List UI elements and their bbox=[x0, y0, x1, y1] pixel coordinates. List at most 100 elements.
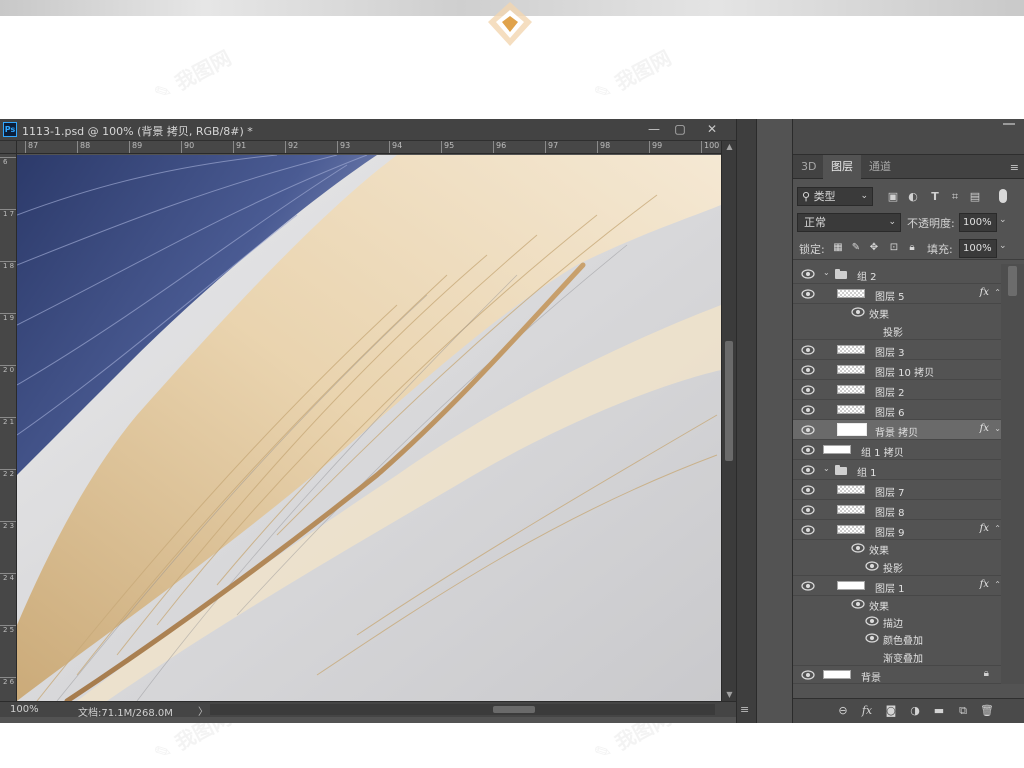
eye-icon[interactable] bbox=[801, 345, 815, 355]
new-group-icon[interactable]: ▬ bbox=[931, 703, 947, 719]
chevron-up-icon[interactable]: ⌃ bbox=[994, 288, 1001, 297]
chevron-down-icon[interactable]: ⌄ bbox=[823, 268, 830, 277]
eye-icon[interactable] bbox=[801, 485, 815, 495]
collapse-panel-icon[interactable] bbox=[1003, 123, 1015, 129]
zoom-level[interactable]: 100% bbox=[10, 704, 39, 715]
eye-icon[interactable] bbox=[801, 289, 815, 299]
lock-transparent-pixels-icon[interactable]: ▦ bbox=[831, 241, 845, 255]
layer-row[interactable]: 图层 8 bbox=[793, 500, 1001, 520]
eye-icon[interactable] bbox=[801, 670, 815, 680]
eye-icon[interactable] bbox=[801, 581, 815, 591]
chevron-down-icon[interactable]: ⌄ bbox=[994, 424, 1001, 433]
eye-icon[interactable] bbox=[801, 365, 815, 375]
tab-layers[interactable]: 图层 bbox=[823, 155, 861, 179]
lock-icon[interactable]: 🔒︎ bbox=[984, 668, 989, 679]
background-layer-row[interactable]: 背景 🔒︎ bbox=[793, 666, 1001, 684]
canvas-horizontal-scrollbar[interactable] bbox=[210, 704, 715, 715]
eye-icon[interactable] bbox=[865, 633, 879, 643]
fx-icon[interactable]: fx bbox=[859, 703, 875, 719]
effect-row[interactable]: 投影 bbox=[793, 557, 1001, 576]
effects-row[interactable]: 效果 bbox=[793, 304, 1001, 321]
fill-input[interactable]: 100% bbox=[959, 239, 997, 258]
effects-row[interactable]: 效果 bbox=[793, 540, 1001, 557]
eye-icon[interactable] bbox=[865, 561, 879, 571]
layers-scroll-thumb[interactable] bbox=[1008, 266, 1017, 296]
fx-badge[interactable]: fx bbox=[980, 523, 989, 534]
layer-row[interactable]: 图层 3 bbox=[793, 340, 1001, 360]
image-filter-icon[interactable]: ▣ bbox=[885, 189, 901, 205]
scroll-down-icon[interactable]: ▼ bbox=[722, 689, 737, 701]
panel-menu-icon[interactable]: ≡ bbox=[1010, 161, 1019, 174]
layer-row[interactable]: 图层 10 拷贝 bbox=[793, 360, 1001, 380]
restore-button[interactable]: ▢ bbox=[668, 121, 692, 137]
delete-icon[interactable]: 🗑︎ bbox=[979, 703, 995, 719]
eye-icon[interactable] bbox=[801, 405, 815, 415]
eye-icon[interactable] bbox=[851, 599, 865, 609]
eye-icon[interactable] bbox=[851, 543, 865, 553]
eye-icon[interactable] bbox=[865, 616, 879, 626]
layers-scrollbar[interactable] bbox=[1001, 264, 1024, 684]
layer-group-row[interactable]: ⌄ 组 2 bbox=[793, 264, 1001, 284]
vertical-scroll-thumb[interactable] bbox=[725, 341, 733, 461]
status-menu-arrow-icon[interactable]: 〉 bbox=[198, 703, 208, 718]
ruler-top[interactable]: 87 88 89 90 91 92 93 94 95 96 97 98 99 1… bbox=[17, 141, 721, 154]
shape-filter-icon[interactable]: ⌗ bbox=[947, 189, 963, 205]
canvas-vertical-scrollbar[interactable]: ▲ ▼ bbox=[721, 141, 736, 701]
layer-row-selected[interactable]: 背景 拷贝 fx ⌄ bbox=[793, 420, 1001, 440]
scroll-up-icon[interactable]: ▲ bbox=[722, 141, 737, 153]
chevron-down-icon[interactable]: ⌄ bbox=[823, 464, 830, 473]
tab-3d[interactable]: 3D bbox=[793, 155, 824, 179]
fx-badge[interactable]: fx bbox=[980, 287, 989, 298]
smart-object-filter-icon[interactable]: ▤ bbox=[967, 189, 983, 205]
filter-toggle-switch[interactable] bbox=[999, 189, 1007, 203]
eye-icon[interactable] bbox=[801, 269, 815, 279]
chevron-up-icon[interactable]: ⌃ bbox=[994, 524, 1001, 533]
adjustment-icon[interactable]: ◑ bbox=[907, 703, 923, 719]
eye-icon[interactable] bbox=[801, 385, 815, 395]
filter-type-select[interactable]: ⚲ 类型 ⌄ bbox=[797, 187, 873, 206]
panel-collapse-menu-icon[interactable]: ≡ bbox=[740, 703, 749, 716]
eye-icon[interactable] bbox=[801, 525, 815, 535]
layer-row[interactable]: 图层 7 bbox=[793, 480, 1001, 500]
fx-badge[interactable]: fx bbox=[980, 579, 989, 590]
tab-channels[interactable]: 通道 bbox=[861, 155, 899, 179]
layer-row[interactable]: 图层 9 fx ⌃ bbox=[793, 520, 1001, 540]
lock-image-pixels-icon[interactable]: ✎ bbox=[849, 241, 863, 255]
ruler-left[interactable]: 6 1 7 1 8 1 9 2 0 2 1 2 2 2 3 2 4 2 5 2 … bbox=[0, 141, 17, 701]
eye-icon[interactable] bbox=[801, 445, 815, 455]
document-title[interactable]: 1113-1.psd @ 100% (背景 拷贝, RGB/8#) * bbox=[22, 123, 253, 139]
layer-row[interactable]: 图层 2 bbox=[793, 380, 1001, 400]
layer-row[interactable]: 图层 6 bbox=[793, 400, 1001, 420]
horizontal-scroll-thumb[interactable] bbox=[493, 706, 535, 713]
effect-row[interactable]: 描边 bbox=[793, 613, 1001, 630]
eye-icon[interactable] bbox=[851, 307, 865, 317]
effect-row[interactable]: 投影 bbox=[793, 321, 1001, 340]
adjustment-filter-icon[interactable]: ◐ bbox=[905, 189, 921, 205]
eye-icon[interactable] bbox=[801, 465, 815, 475]
document-canvas[interactable] bbox=[17, 155, 721, 701]
layer-row[interactable]: 组 1 拷贝 bbox=[793, 440, 1001, 460]
layer-row[interactable]: 图层 1 fx ⌃ bbox=[793, 576, 1001, 596]
type-filter-icon[interactable]: T bbox=[927, 189, 943, 205]
chevron-up-icon[interactable]: ⌃ bbox=[994, 580, 1001, 589]
effects-row[interactable]: 效果 bbox=[793, 596, 1001, 613]
lock-position-icon[interactable]: ✥ bbox=[867, 241, 881, 255]
link-layers-icon[interactable]: ⊖ bbox=[835, 703, 851, 719]
lock-all-icon[interactable]: 🔒︎ bbox=[905, 241, 919, 255]
new-layer-icon[interactable]: ⧉ bbox=[955, 703, 971, 719]
fx-badge[interactable]: fx bbox=[980, 423, 989, 434]
eye-icon[interactable] bbox=[801, 505, 815, 515]
mask-icon[interactable]: ◙ bbox=[883, 703, 899, 719]
minimize-button[interactable]: — bbox=[642, 121, 666, 137]
opacity-input[interactable]: 100% bbox=[959, 213, 997, 232]
lock-artboard-icon[interactable]: ⊡ bbox=[887, 241, 901, 255]
close-button[interactable]: ✕ bbox=[700, 121, 724, 137]
chevron-down-icon[interactable]: ⌄ bbox=[999, 215, 1007, 225]
effect-row[interactable]: 颜色叠加 bbox=[793, 630, 1001, 647]
effect-row[interactable]: 渐变叠加 bbox=[793, 647, 1001, 666]
ruler-origin[interactable] bbox=[0, 141, 17, 154]
eye-icon[interactable] bbox=[801, 425, 815, 435]
blend-mode-select[interactable]: 正常 ⌄ bbox=[797, 213, 901, 232]
layer-group-row[interactable]: ⌄ 组 1 bbox=[793, 460, 1001, 480]
layer-row[interactable]: 图层 5 fx ⌃ bbox=[793, 284, 1001, 304]
